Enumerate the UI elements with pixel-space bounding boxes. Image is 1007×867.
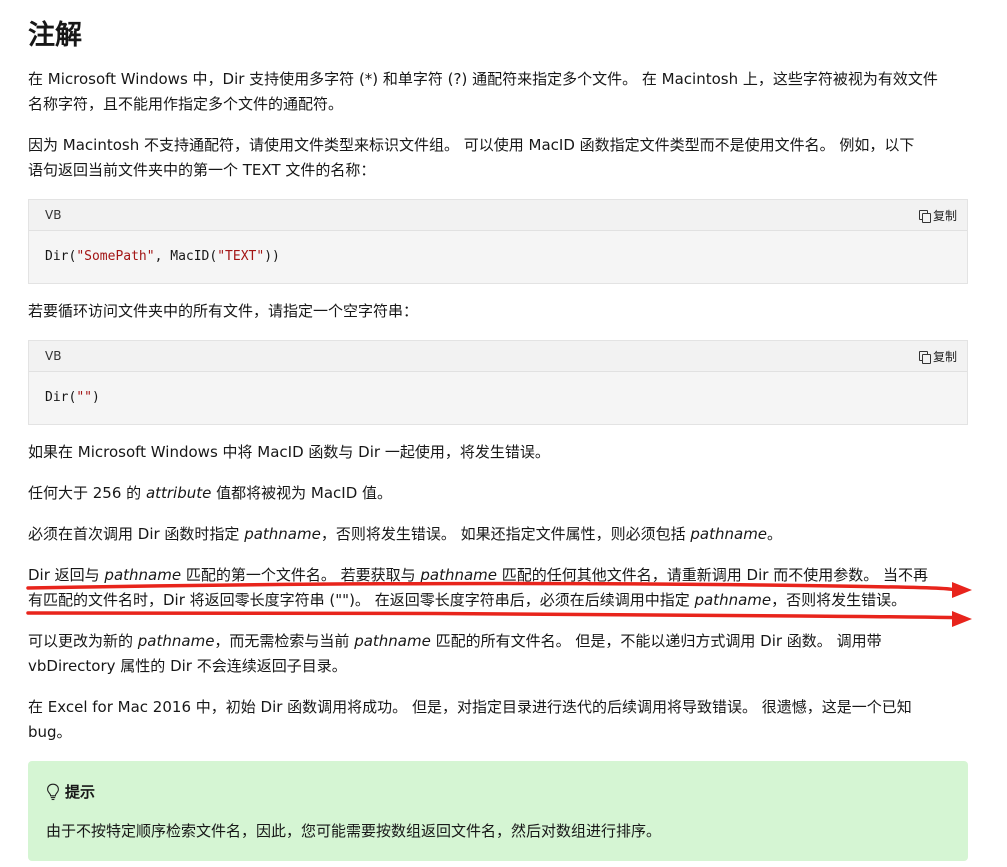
code-language-label: VB: [45, 349, 62, 363]
text-run: 匹配的所有文件名。 但是，不能以递归方式调用 Dir 函数。 调用带: [430, 632, 882, 650]
page-title: 注解: [28, 20, 82, 51]
code-body: Dir("SomePath", MacID("TEXT")): [29, 231, 967, 283]
paragraph-change-pathname: 可以更改为新的 pathname，而无需检索与当前 pathname 匹配的所有…: [28, 629, 968, 679]
code-token: ): [91, 390, 100, 405]
paragraph-macid-error: 如果在 Microsoft Windows 中将 MacID 函数与 Dir 一…: [28, 440, 968, 465]
text-run: ，否则将发生错误。: [771, 591, 907, 609]
paragraph-line: 因为 Macintosh 不支持通配符，请使用文件类型来标识文件组。 可以使用 …: [28, 136, 915, 154]
italic-term: pathname: [244, 525, 321, 543]
code-block-2: VB 复制 Dir(""): [28, 340, 968, 425]
italic-term: pathname: [420, 566, 498, 584]
paragraph-line: 语句返回当前文件夹中的第一个 TEXT 文件的名称：: [28, 161, 376, 179]
paragraph-line: 若要循环访问文件夹中的所有文件，请指定一个空字符串：: [28, 302, 419, 320]
paragraph-line: 可以更改为新的 pathname，而无需检索与当前 pathname 匹配的所有…: [28, 629, 968, 654]
code-header: VB 复制: [29, 341, 967, 372]
paragraph-loop: 若要循环访问文件夹中的所有文件，请指定一个空字符串：: [28, 299, 968, 324]
paragraph-line: Dir 返回与 pathname 匹配的第一个文件名。 若要获取与 pathna…: [28, 563, 968, 588]
code-token: , MacID(: [154, 249, 218, 264]
text-run: 。: [767, 525, 783, 543]
text-run: 任何大于 256 的: [28, 484, 146, 502]
paragraph-pathname-required: 必须在首次调用 Dir 函数时指定 pathname，否则将发生错误。 如果还指…: [28, 522, 968, 547]
text-run: 匹配的任何其他文件名，请重新调用 Dir 而不使用参数。 当不再: [497, 566, 928, 584]
paragraph-attribute: 任何大于 256 的 attribute 值都将被视为 MacID 值。: [28, 481, 968, 506]
code-token: Dir(: [45, 390, 77, 405]
italic-term: pathname: [690, 525, 768, 543]
lightbulb-icon: [47, 783, 59, 800]
code-language-label: VB: [45, 208, 62, 222]
copy-label: 复制: [932, 209, 957, 223]
code-body: Dir(""): [29, 372, 967, 424]
code-block-1: VB 复制 Dir("SomePath", MacID("TEXT")): [28, 199, 968, 284]
copy-button[interactable]: 复制: [918, 348, 957, 365]
annotation-arrowhead-2: [952, 611, 972, 627]
tip-title-label: 提示: [65, 783, 96, 801]
italic-term: pathname: [137, 632, 215, 650]
copy-label: 复制: [932, 350, 957, 364]
code-token: )): [264, 249, 280, 264]
text-run: Dir 返回与: [28, 566, 105, 584]
code-header: VB 复制: [29, 200, 967, 231]
code-token: Dir(: [45, 249, 77, 264]
paragraph-line: 有匹配的文件名时，Dir 将返回零长度字符串 ("")。 在返回零长度字符串后，…: [28, 588, 968, 613]
tip-title: 提示: [46, 781, 95, 802]
paragraph-line: 必须在首次调用 Dir 函数时指定 pathname，否则将发生错误。 如果还指…: [28, 522, 968, 547]
annotation-underline-2: [26, 610, 967, 621]
text-run: ，而无需检索与当前: [214, 632, 355, 650]
code-string: "": [76, 390, 92, 405]
italic-term: pathname: [354, 632, 431, 650]
text-run: 有匹配的文件名时，Dir 将返回零长度字符串 ("")。 在返回零长度字符串后，…: [28, 591, 695, 609]
italic-term: attribute: [145, 484, 212, 502]
paragraph-line: 名称字符，且不能用作指定多个文件的通配符。: [28, 95, 344, 113]
text-run: ，否则将发生错误。 如果还指定文件属性，则必须包括: [320, 525, 691, 543]
paragraph-line: 任何大于 256 的 attribute 值都将被视为 MacID 值。: [28, 481, 968, 506]
paragraph-macid: 因为 Macintosh 不支持通配符，请使用文件类型来标识文件组。 可以使用 …: [28, 133, 968, 183]
paragraph-line: 如果在 Microsoft Windows 中将 MacID 函数与 Dir 一…: [28, 443, 550, 461]
copy-button[interactable]: 复制: [918, 207, 957, 224]
code-string: "TEXT": [217, 249, 265, 264]
text-run: 匹配的第一个文件名。 若要获取与: [181, 566, 421, 584]
italic-term: pathname: [104, 566, 182, 584]
italic-term: pathname: [694, 591, 772, 609]
tip-callout: 提示 由于不按特定顺序检索文件名，因此，您可能需要按数组返回文件名，然后对数组进…: [28, 761, 968, 861]
paragraph-line: bug。: [28, 723, 72, 741]
paragraph-line: vbDirectory 属性的 Dir 不会连续返回子目录。: [28, 657, 347, 675]
text-run: 必须在首次调用 Dir 函数时指定: [28, 525, 245, 543]
paragraph-line: 在 Excel for Mac 2016 中，初始 Dir 函数调用将成功。 但…: [28, 698, 912, 716]
copy-icon: [918, 209, 931, 223]
text-run: 值都将被视为 MacID 值。: [211, 484, 393, 502]
code-string: "SomePath": [76, 249, 155, 264]
paragraph-wildcards: 在 Microsoft Windows 中，Dir 支持使用多字符 (*) 和单…: [28, 67, 968, 117]
paragraph-dir-return: Dir 返回与 pathname 匹配的第一个文件名。 若要获取与 pathna…: [28, 563, 968, 613]
copy-icon: [918, 350, 931, 364]
tip-text: 由于不按特定顺序检索文件名，因此，您可能需要按数组返回文件名，然后对数组进行排序…: [46, 822, 662, 840]
paragraph-excel-mac: 在 Excel for Mac 2016 中，初始 Dir 函数调用将成功。 但…: [28, 695, 968, 745]
paragraph-line: 在 Microsoft Windows 中，Dir 支持使用多字符 (*) 和单…: [28, 70, 938, 88]
text-run: 可以更改为新的: [28, 632, 138, 650]
